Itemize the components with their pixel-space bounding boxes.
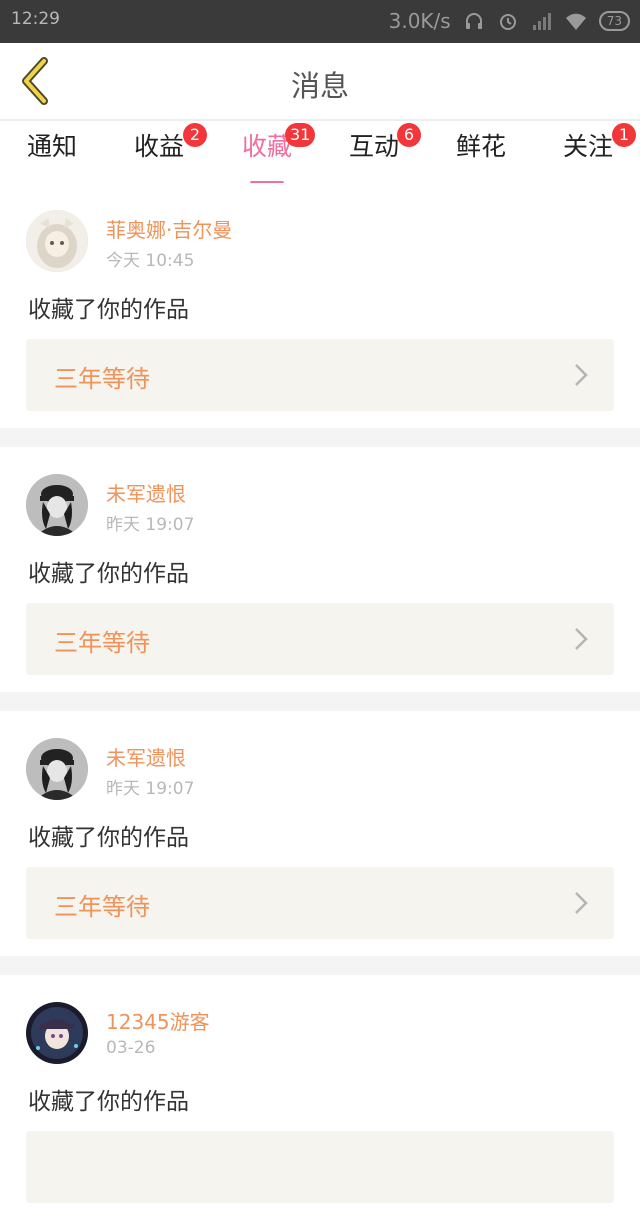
work-card[interactable]: 三年等待 bbox=[26, 867, 614, 939]
battery-indicator: 73 bbox=[598, 11, 630, 31]
tab-bar: 通知 收益 2 收藏 31 互动 6 鲜花 关注 1 bbox=[0, 121, 640, 185]
badge-count: 31 bbox=[285, 123, 316, 147]
avatar[interactable] bbox=[26, 210, 88, 272]
timestamp: 03-26 bbox=[106, 1038, 156, 1058]
list-item: 12345游客 03-26 收藏了你的作品 bbox=[0, 975, 640, 1220]
message-text: 收藏了你的作品 bbox=[28, 1089, 189, 1115]
tab-interactions[interactable]: 互动 6 bbox=[324, 123, 424, 181]
message-text: 收藏了你的作品 bbox=[28, 297, 189, 323]
item-separator bbox=[0, 428, 640, 447]
tab-notifications[interactable]: 通知 bbox=[2, 131, 102, 181]
wifi-icon bbox=[565, 13, 586, 30]
page-title: 消息 bbox=[290, 69, 349, 103]
tab-follows[interactable]: 关注 1 bbox=[538, 123, 638, 181]
status-bar: 12:29 3.0K/s 73 bbox=[0, 0, 640, 43]
tab-label: 互动 bbox=[348, 132, 399, 161]
item-separator bbox=[0, 692, 640, 711]
badge-count: 1 bbox=[612, 123, 636, 147]
tab-favorites[interactable]: 收藏 31 bbox=[217, 123, 317, 185]
message-text: 收藏了你的作品 bbox=[28, 561, 189, 587]
status-icons: 3.0K/s 73 bbox=[389, 9, 630, 33]
item-separator bbox=[0, 956, 640, 975]
work-title: 三年等待 bbox=[54, 365, 150, 393]
work-title: 三年等待 bbox=[54, 893, 150, 921]
badge-count: 2 bbox=[183, 123, 207, 147]
tab-label: 收益 bbox=[133, 132, 184, 161]
chevron-right-icon bbox=[575, 364, 588, 386]
work-card[interactable] bbox=[26, 1131, 614, 1203]
status-time: 12:29 bbox=[11, 9, 60, 29]
work-card[interactable]: 三年等待 bbox=[26, 339, 614, 411]
avatar[interactable] bbox=[26, 474, 88, 536]
tab-flowers[interactable]: 鲜花 bbox=[431, 131, 531, 181]
username[interactable]: 未军遗恨 bbox=[106, 742, 186, 771]
list-item: 未军遗恨 昨天 19:07 收藏了你的作品 三年等待 bbox=[0, 711, 640, 956]
work-title: 三年等待 bbox=[54, 629, 150, 657]
tab-label: 通知 bbox=[26, 132, 77, 161]
app-header: 消息 bbox=[0, 43, 640, 119]
username[interactable]: 菲奥娜·吉尔曼 bbox=[106, 214, 232, 243]
tab-label: 鲜花 bbox=[455, 132, 506, 161]
message-text: 收藏了你的作品 bbox=[28, 825, 189, 851]
list-item: 菲奥娜·吉尔曼 今天 10:45 收藏了你的作品 三年等待 bbox=[0, 183, 640, 428]
chevron-right-icon bbox=[575, 892, 588, 914]
timestamp: 昨天 19:07 bbox=[106, 515, 195, 535]
net-speed: 3.0K/s bbox=[388, 9, 451, 33]
tab-label: 关注 bbox=[562, 132, 613, 161]
avatar[interactable] bbox=[26, 738, 88, 800]
timestamp: 今天 10:45 bbox=[106, 251, 195, 271]
list-item: 未军遗恨 昨天 19:07 收藏了你的作品 三年等待 bbox=[0, 447, 640, 692]
signal-icon bbox=[532, 13, 551, 30]
chevron-right-icon bbox=[575, 628, 588, 650]
username[interactable]: 12345游客 bbox=[106, 1006, 210, 1035]
tab-earnings[interactable]: 收益 2 bbox=[109, 123, 209, 181]
username[interactable]: 未军遗恨 bbox=[106, 478, 186, 507]
timestamp: 昨天 19:07 bbox=[106, 779, 195, 799]
alarm-icon bbox=[499, 14, 516, 30]
badge-count: 6 bbox=[397, 123, 421, 147]
avatar[interactable] bbox=[26, 1002, 88, 1064]
work-card[interactable]: 三年等待 bbox=[26, 603, 614, 675]
headset-icon bbox=[465, 13, 482, 29]
